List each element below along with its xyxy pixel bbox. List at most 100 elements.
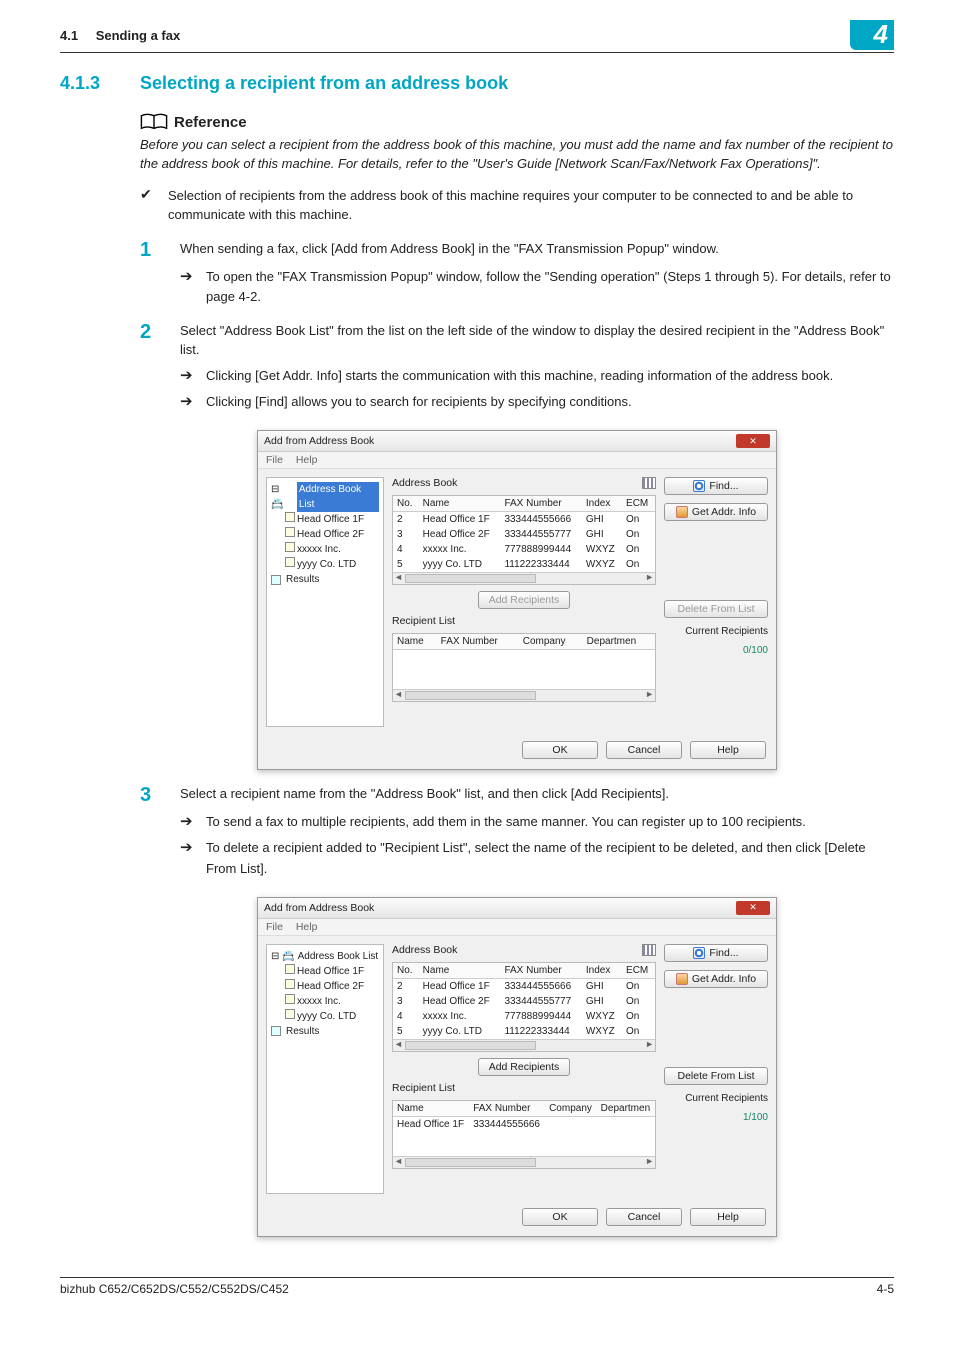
check-bullet-text: Selection of recipients from the address… <box>168 186 894 225</box>
col-dept[interactable]: Departmen <box>597 1101 655 1117</box>
col-company[interactable]: Company <box>519 634 583 650</box>
reference-text: Before you can select a recipient from t… <box>140 136 894 174</box>
col-dept[interactable]: Departmen <box>583 634 655 650</box>
footer-left: bizhub C652/C652DS/C552/C552DS/C452 <box>60 1282 289 1296</box>
get-addr-icon <box>676 506 688 518</box>
col-fax[interactable]: FAX Number <box>437 634 519 650</box>
horizontal-scrollbar[interactable] <box>393 572 655 584</box>
menu-help[interactable]: Help <box>296 921 318 933</box>
col-fax[interactable]: FAX Number <box>469 1101 545 1117</box>
tree-item[interactable]: Head Office 2F <box>285 527 379 542</box>
dialog-title-text: Add from Address Book <box>264 435 374 447</box>
tree-item[interactable]: yyyy Co. LTD <box>285 557 379 572</box>
arrow-icon: ➔ <box>180 267 196 307</box>
table-row[interactable]: 5yyyy Co. LTD111222333444WXYZOn <box>393 1024 655 1039</box>
menu-help[interactable]: Help <box>296 454 318 466</box>
col-name[interactable]: Name <box>419 963 501 979</box>
ok-button[interactable]: OK <box>522 1208 598 1226</box>
delete-from-list-button[interactable]: Delete From List <box>664 1067 768 1085</box>
horizontal-scrollbar[interactable] <box>393 1156 655 1168</box>
close-icon[interactable]: ✕ <box>736 901 770 915</box>
recipient-list-grid[interactable]: Name FAX Number Company Departmen Head O… <box>392 1100 656 1169</box>
menu-file[interactable]: File <box>266 454 283 466</box>
step-3: 3 Select a recipient name from the "Addr… <box>140 784 894 806</box>
step-1: 1 When sending a fax, click [Add from Ad… <box>140 239 894 261</box>
table-row[interactable]: 2Head Office 1F333444555666GHIOn <box>393 512 655 528</box>
table-row[interactable]: 3Head Office 2F333444555777GHIOn <box>393 527 655 542</box>
address-book-dialog: Add from Address Book ✕ File Help ⊟ 📇 Ad… <box>257 430 777 770</box>
step-2-text: Select "Address Book List" from the list… <box>180 321 894 360</box>
arrow-icon: ➔ <box>180 366 196 386</box>
help-button[interactable]: Help <box>690 741 766 759</box>
col-company[interactable]: Company <box>545 1101 597 1117</box>
tree-item[interactable]: yyyy Co. LTD <box>285 1009 379 1024</box>
col-name[interactable]: Name <box>419 496 501 512</box>
section-title: Selecting a recipient from an address bo… <box>140 73 508 94</box>
step-1-number: 1 <box>140 239 160 261</box>
tree-panel[interactable]: ⊟ 📇 Address Book List Head Office 1F Hea… <box>266 477 384 727</box>
tree-panel[interactable]: ⊟ 📇 Address Book List Head Office 1F Hea… <box>266 944 384 1194</box>
col-index[interactable]: Index <box>582 963 622 979</box>
cancel-button[interactable]: Cancel <box>606 1208 682 1226</box>
horizontal-scrollbar[interactable] <box>393 689 655 701</box>
menu-file[interactable]: File <box>266 921 283 933</box>
table-row[interactable]: 5yyyy Co. LTD111222333444WXYZOn <box>393 557 655 572</box>
table-row[interactable]: 4xxxxx Inc.777888999444WXYZOn <box>393 542 655 557</box>
col-name[interactable]: Name <box>393 634 437 650</box>
address-book-grid[interactable]: No. Name FAX Number Index ECM 2Head Offi… <box>392 962 656 1052</box>
delete-from-list-button[interactable]: Delete From List <box>664 600 768 618</box>
col-fax[interactable]: FAX Number <box>500 496 581 512</box>
horizontal-scrollbar[interactable] <box>393 1039 655 1051</box>
close-icon[interactable]: ✕ <box>736 434 770 448</box>
col-ecm[interactable]: ECM <box>622 496 655 512</box>
panel-split-icon[interactable] <box>642 477 656 489</box>
step-3-sub-2-text: To delete a recipient added to "Recipien… <box>206 838 894 878</box>
ok-button[interactable]: OK <box>522 741 598 759</box>
step-3-text: Select a recipient name from the "Addres… <box>180 784 894 806</box>
header-section-number: 4.1 <box>60 28 78 43</box>
step-2-sub-1: ➔ Clicking [Get Addr. Info] starts the c… <box>180 366 894 386</box>
col-index[interactable]: Index <box>582 496 622 512</box>
dialog-titlebar[interactable]: Add from Address Book ✕ <box>258 898 776 919</box>
dialog-titlebar[interactable]: Add from Address Book ✕ <box>258 431 776 452</box>
page-header: 4.1 Sending a fax 4 <box>60 20 894 53</box>
find-button[interactable]: Find... <box>664 477 768 495</box>
col-fax[interactable]: FAX Number <box>500 963 581 979</box>
tree-item[interactable]: xxxxx Inc. <box>285 542 379 557</box>
table-row[interactable]: 3Head Office 2F333444555777GHIOn <box>393 994 655 1009</box>
tree-item[interactable]: Head Office 1F <box>285 964 379 979</box>
step-1-sub-1-text: To open the "FAX Transmission Popup" win… <box>206 267 894 307</box>
table-row[interactable]: 2Head Office 1F333444555666GHIOn <box>393 978 655 994</box>
tree-item[interactable]: Head Office 1F <box>285 512 379 527</box>
tree-results[interactable]: Results <box>271 1024 379 1039</box>
cancel-button[interactable]: Cancel <box>606 741 682 759</box>
step-2: 2 Select "Address Book List" from the li… <box>140 321 894 360</box>
current-recipients-count: 0/100 <box>664 645 768 656</box>
col-no[interactable]: No. <box>393 496 419 512</box>
step-3-sub-2: ➔ To delete a recipient added to "Recipi… <box>180 838 894 878</box>
col-name[interactable]: Name <box>393 1101 469 1117</box>
find-button[interactable]: Find... <box>664 944 768 962</box>
col-no[interactable]: No. <box>393 963 419 979</box>
page-footer: bizhub C652/C652DS/C552/C552DS/C452 4-5 <box>60 1277 894 1296</box>
dialog-title-text: Add from Address Book <box>264 902 374 914</box>
tree-root-address-book-list[interactable]: ⊟ 📇 Address Book List <box>271 482 379 512</box>
get-addr-info-button[interactable]: Get Addr. Info <box>664 503 768 521</box>
chapter-badge: 4 <box>850 20 894 50</box>
tree-root-address-book-list[interactable]: ⊟ 📇 Address Book List <box>271 949 379 964</box>
get-addr-info-button[interactable]: Get Addr. Info <box>664 970 768 988</box>
help-button[interactable]: Help <box>690 1208 766 1226</box>
add-recipients-button[interactable]: Add Recipients <box>478 1058 571 1076</box>
tree-item[interactable]: Head Office 2F <box>285 979 379 994</box>
table-row[interactable]: Head Office 1F333444555666 <box>393 1116 655 1132</box>
recipient-list-grid[interactable]: Name FAX Number Company Departmen <box>392 633 656 702</box>
address-book-grid[interactable]: No. Name FAX Number Index ECM 2Head Offi… <box>392 495 656 585</box>
arrow-icon: ➔ <box>180 812 196 832</box>
tree-results[interactable]: Results <box>271 572 379 587</box>
col-ecm[interactable]: ECM <box>622 963 655 979</box>
tree-item[interactable]: xxxxx Inc. <box>285 994 379 1009</box>
step-3-sub-1-text: To send a fax to multiple recipients, ad… <box>206 812 894 832</box>
table-row[interactable]: 4xxxxx Inc.777888999444WXYZOn <box>393 1009 655 1024</box>
add-recipients-button[interactable]: Add Recipients <box>478 591 571 609</box>
panel-split-icon[interactable] <box>642 944 656 956</box>
